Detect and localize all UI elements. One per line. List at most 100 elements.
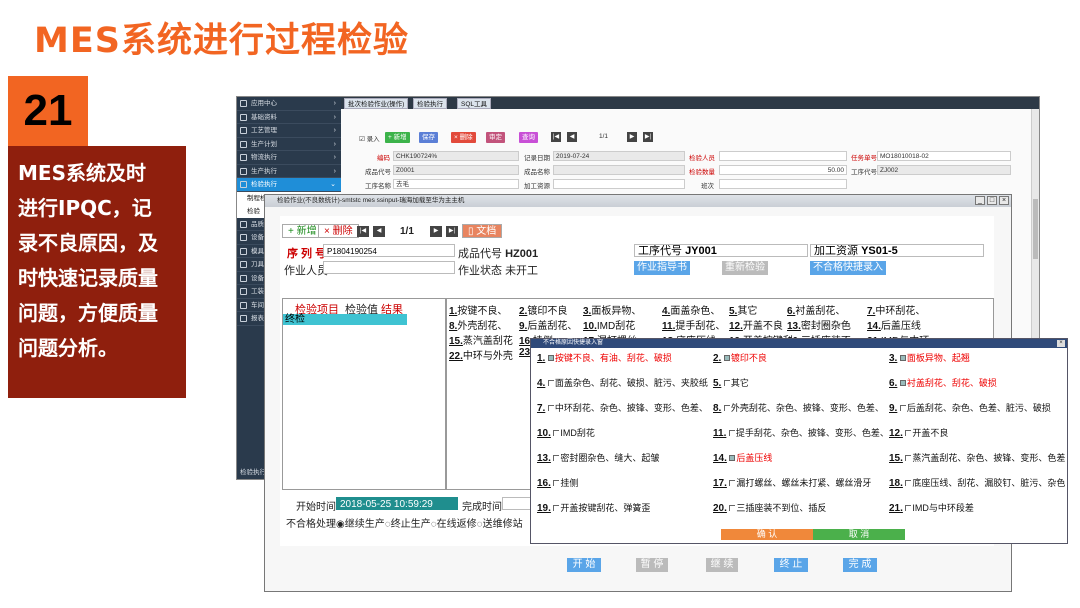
task-field[interactable]: MO18010018-02 (877, 151, 1011, 161)
resource-field[interactable] (553, 179, 685, 189)
defect-item[interactable]: 22.中环与外壳 (449, 347, 513, 362)
defect-reason-checkbox[interactable]: 20. 三插座装不到位、插反 (713, 501, 826, 514)
checkbox-icon[interactable] (547, 405, 554, 411)
dlg-new-button[interactable]: + 新增 (282, 224, 323, 238)
checkbox-icon[interactable] (905, 430, 912, 436)
start-button[interactable]: 开 始 (567, 558, 601, 572)
checkbox-icon[interactable] (905, 480, 912, 486)
defect-item[interactable]: 1.按键不良、 (449, 302, 507, 317)
last-page-icon[interactable]: ▶| (643, 132, 653, 142)
sidebar-item[interactable]: 检验执行 ⌄ (237, 178, 341, 192)
defect-reason-checkbox[interactable]: 19. 开盖按键刮花、弹簧歪 (537, 501, 650, 514)
checkbox-icon[interactable] (729, 505, 736, 511)
ng-option-radio[interactable]: ◌送维修站 (477, 519, 523, 530)
inspector-field[interactable] (719, 151, 847, 161)
document-button[interactable]: ▯ 文档 (462, 224, 503, 238)
dlg-last-page-icon[interactable]: ▶| (446, 226, 458, 237)
checkbox-icon[interactable] (553, 455, 560, 461)
ng-option-radio[interactable]: ◌终止生产 (385, 519, 431, 530)
operator-field[interactable] (323, 261, 455, 274)
terminate-button[interactable]: 终 止 (774, 558, 808, 572)
delete-button[interactable]: × 删除 (451, 132, 476, 143)
defect-reason-checkbox[interactable]: 6. 衬盖刮花、刮花、破损 (889, 376, 997, 389)
maximize-icon[interactable]: □ (987, 196, 997, 205)
start-time-field[interactable]: 2018-05-25 10:59:29 (336, 497, 458, 510)
sidebar-item[interactable]: 生产执行 › (237, 165, 341, 178)
checkbox-icon[interactable] (553, 430, 560, 436)
qty-field[interactable]: 50.00 (719, 165, 847, 175)
checkbox-icon[interactable] (728, 430, 735, 436)
close-icon[interactable]: × (1057, 340, 1065, 347)
defect-item[interactable]: 13.密封圈杂色 (787, 317, 851, 332)
defect-reason-checkbox[interactable]: 10. IMD刮花 (537, 426, 595, 439)
defect-reason-checkbox[interactable]: 1. 按键不良、有油、刮花、破损 (537, 351, 672, 364)
checkbox-icon[interactable] (899, 380, 906, 386)
process-name-field[interactable]: 去毛 (393, 179, 519, 189)
minimize-icon[interactable]: _ (975, 196, 985, 205)
defect-reason-checkbox[interactable]: 3. 面板异物、起翘 (889, 351, 970, 364)
checkbox-icon[interactable] (553, 505, 560, 511)
checkbox-icon[interactable] (899, 355, 906, 361)
reinspect-button[interactable]: 重新检验 (722, 261, 768, 275)
defect-item[interactable]: 8.外壳刮花、 (449, 317, 507, 332)
cancel-button[interactable]: 取 消 (813, 529, 905, 540)
defect-item[interactable]: 7.中环刮花、 (867, 302, 925, 317)
defect-item[interactable]: 9.后盖刮花、 (519, 317, 577, 332)
checkbox-icon[interactable] (899, 405, 906, 411)
complete-button[interactable]: 完 成 (843, 558, 877, 572)
defect-reason-checkbox[interactable]: 11. 提手刮花、杂色、披锋、变形、色差、 (713, 426, 889, 439)
query-button[interactable]: 查询 (519, 132, 538, 143)
pause-button[interactable]: 暂 停 (636, 558, 668, 572)
defect-reason-checkbox[interactable]: 15. 蒸汽盖刮花、杂色、披锋、变形、色差 (889, 451, 1065, 464)
sidebar-item[interactable]: 物流执行 › (237, 151, 341, 165)
fail-quick-entry-button[interactable]: 不合格快捷录入 (810, 261, 886, 275)
shift-field[interactable] (719, 179, 847, 189)
resource-field-2[interactable]: 加工资源 YS01-5 (810, 244, 984, 257)
defect-item[interactable]: 11.提手刮花、 (662, 317, 725, 332)
defect-reason-checkbox[interactable]: 7. 中环刮花、杂色、披锋、变形、色差、 (537, 401, 708, 414)
resume-button[interactable]: 继 续 (706, 558, 738, 572)
sidebar-item[interactable]: 应用中心 › (237, 97, 341, 111)
checkbox-icon[interactable] (723, 380, 730, 386)
ng-option-radio[interactable]: ◉继续生产 (336, 519, 385, 530)
serial-field[interactable]: P1804190254 (323, 244, 455, 257)
defect-reason-checkbox[interactable]: 17. 漏打螺丝、螺丝未打紧、螺丝滑牙 (713, 476, 871, 489)
confirm-button[interactable]: 确 认 (721, 529, 813, 540)
defect-reason-checkbox[interactable]: 18. 底座压线、刮花、漏胶钉、脏污、杂色 (889, 476, 1065, 489)
tab[interactable]: 批次检验作业(操作) (344, 98, 409, 109)
checkbox-icon[interactable] (729, 455, 736, 461)
dlg-prev-page-icon[interactable]: ◀ (373, 226, 385, 237)
defect-reason-checkbox[interactable]: 5. 其它 (713, 376, 749, 389)
code-field[interactable]: CHK190724% (393, 151, 519, 161)
first-page-icon[interactable]: |◀ (551, 132, 561, 142)
defect-item[interactable]: 6.衬盖刮花、 (787, 302, 845, 317)
defect-reason-checkbox[interactable]: 8. 外壳刮花、杂色、披锋、变形、色差、 (713, 401, 884, 414)
defect-reason-checkbox[interactable]: 16. 挂侧 (537, 476, 578, 489)
product-name-field[interactable] (553, 165, 685, 175)
checkbox-icon[interactable] (547, 380, 554, 386)
dlg-first-page-icon[interactable]: |◀ (357, 226, 369, 237)
checkbox-icon[interactable] (723, 405, 730, 411)
defect-item[interactable]: 4.面盖杂色、 (662, 302, 720, 317)
defect-item[interactable]: 23 (519, 347, 530, 358)
checkbox-icon[interactable] (905, 505, 912, 511)
record-date-field[interactable]: 2019-07-24 (553, 151, 685, 161)
defect-reason-checkbox[interactable]: 9. 后盖刮花、杂色、色差、脏污、破损 (889, 401, 1051, 414)
checkbox-icon[interactable] (905, 455, 912, 461)
dlg-delete-button[interactable]: × 删除 (318, 224, 359, 238)
defect-reason-checkbox[interactable]: 21. IMD与中环段差 (889, 501, 974, 514)
close-icon[interactable]: × (999, 196, 1009, 205)
sidebar-item[interactable]: 生产计划 › (237, 138, 341, 151)
new-button[interactable]: + 新增 (385, 132, 410, 143)
defect-reason-checkbox[interactable]: 4. 面盖杂色、刮花、破损、脏污、夹胶纸 (537, 376, 708, 389)
checkbox-icon[interactable] (723, 355, 730, 361)
defect-reason-checkbox[interactable]: 12. 开盖不良 (889, 426, 948, 439)
process-code-field-2[interactable]: 工序代号 JY001 (634, 244, 808, 257)
process-code-field[interactable]: ZJ002 (877, 165, 1011, 175)
defect-item[interactable]: 10.IMD刮花 (583, 317, 635, 332)
defect-item[interactable]: 5.其它 (729, 302, 757, 317)
defect-reason-checkbox[interactable]: 13. 密封圈杂色、缝大、起皱 (537, 451, 659, 464)
sidebar-item[interactable]: 基础资料 › (237, 111, 341, 124)
grid-row[interactable]: 终检 (283, 314, 407, 325)
tab[interactable]: SQL工具 (457, 98, 492, 109)
